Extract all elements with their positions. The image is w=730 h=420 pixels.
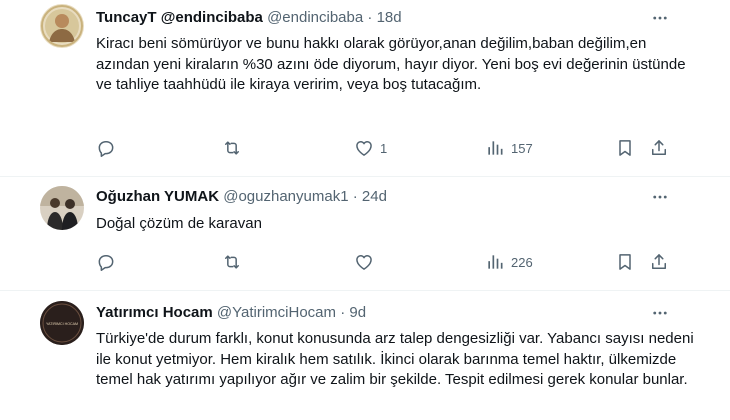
retweet-icon: [222, 252, 242, 272]
separator-dot: ·: [352, 188, 358, 205]
timestamp[interactable]: 24d: [362, 188, 387, 205]
separator-dot: ·: [367, 9, 373, 26]
share-icon: [649, 138, 669, 158]
more-icon[interactable]: [650, 187, 670, 207]
tweet-actions: 226: [96, 250, 676, 274]
more-icon[interactable]: [650, 8, 670, 28]
reply-icon: [96, 252, 116, 272]
views-icon: [485, 252, 505, 272]
tweet-header: TuncayT @endincibaba @endincibaba · 18d: [96, 8, 402, 28]
tweet-text: Türkiye'de durum farklı, konut konusunda…: [96, 330, 694, 388]
like-button[interactable]: [354, 250, 380, 274]
author-handle[interactable]: @oguzhanyumak1: [223, 188, 348, 205]
bookmark-button[interactable]: [615, 136, 635, 160]
author-display-handle[interactable]: @endincibaba: [161, 9, 263, 26]
retweet-button[interactable]: [222, 250, 248, 274]
bookmark-button[interactable]: [615, 250, 635, 274]
tweet-actions: 1 157: [96, 136, 676, 160]
timestamp[interactable]: 18d: [377, 9, 402, 26]
views-button[interactable]: 226: [485, 250, 533, 274]
timestamp[interactable]: 9d: [349, 304, 366, 321]
more-icon[interactable]: [650, 303, 670, 323]
like-button[interactable]: 1: [354, 136, 387, 160]
tweet-header: Yatırımcı Hocam @YatirimciHocam · 9d: [96, 303, 366, 323]
author-name[interactable]: Oğuzhan YUMAK: [96, 188, 219, 205]
avatar[interactable]: [40, 4, 84, 48]
retweet-button[interactable]: [222, 136, 248, 160]
separator-dot: ·: [340, 304, 346, 321]
views-count: 157: [511, 140, 533, 156]
bookmark-icon: [615, 138, 635, 158]
bookmark-icon: [615, 252, 635, 272]
tweet-text: Kiracı beni sömürüyor ve bunu hakkı olar…: [96, 35, 686, 93]
reply-icon: [96, 138, 116, 158]
like-count: 1: [380, 140, 388, 156]
author-name[interactable]: Yatırımcı Hocam: [96, 304, 213, 321]
tweet-text: Doğal çözüm de karavan: [96, 215, 262, 232]
tweet-3[interactable]: YATIRIMCI HOCAM Yatırımcı Hocam @Yatirim…: [0, 291, 730, 420]
avatar[interactable]: YATIRIMCI HOCAM: [40, 301, 84, 345]
like-icon: [354, 138, 374, 158]
views-count: 226: [511, 254, 533, 270]
share-button[interactable]: [649, 136, 669, 160]
avatar[interactable]: [40, 186, 84, 230]
tweet-2[interactable]: Oğuzhan YUMAK @oguzhanyumak1 · 24d Doğal…: [0, 177, 730, 290]
tweet-1[interactable]: TuncayT @endincibaba @endincibaba · 18d …: [0, 0, 730, 176]
like-icon: [354, 252, 374, 272]
tweet-header: Oğuzhan YUMAK @oguzhanyumak1 · 24d: [96, 187, 387, 207]
author-handle[interactable]: @endincibaba: [267, 9, 363, 26]
views-button[interactable]: 157: [485, 136, 533, 160]
retweet-icon: [222, 138, 242, 158]
views-icon: [485, 138, 505, 158]
share-button[interactable]: [649, 250, 669, 274]
reply-button[interactable]: [96, 250, 122, 274]
share-icon: [649, 252, 669, 272]
author-handle[interactable]: @YatirimciHocam: [217, 304, 336, 321]
reply-button[interactable]: [96, 136, 122, 160]
avatar-logo-text: YATIRIMCI HOCAM: [46, 322, 78, 326]
author-name[interactable]: TuncayT: [96, 9, 157, 26]
